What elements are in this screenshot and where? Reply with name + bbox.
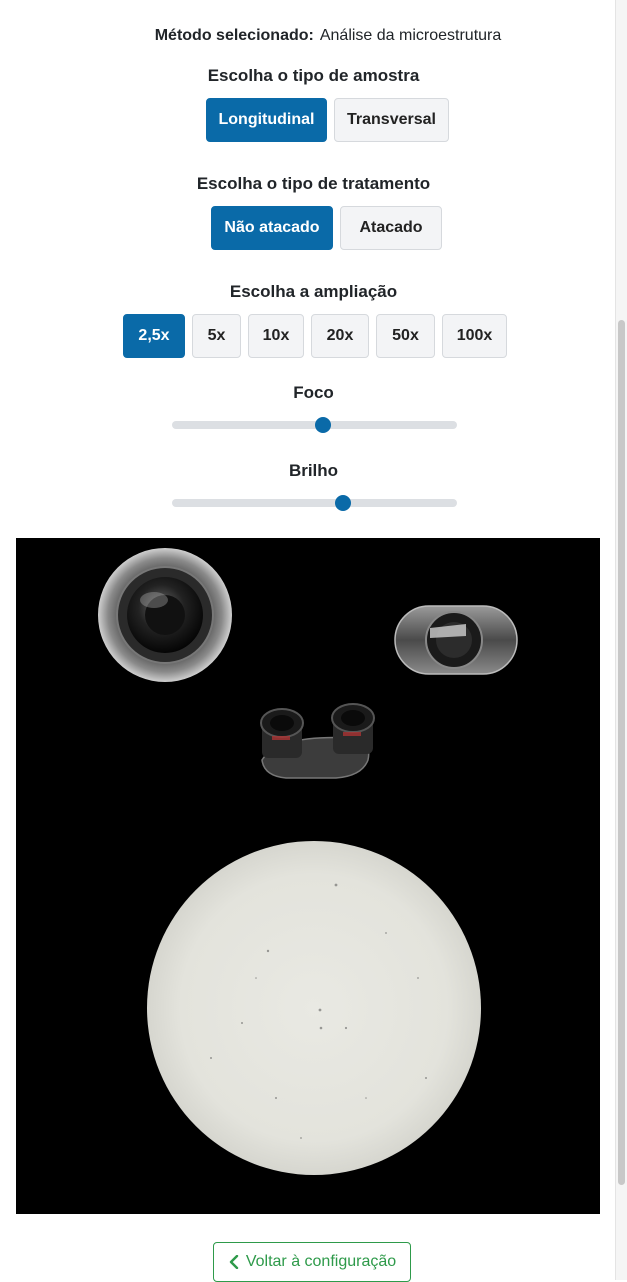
light-knob-icon[interactable] — [394, 605, 518, 675]
scrollbar-thumb[interactable] — [618, 320, 625, 1185]
selected-method: Método selecionado: Análise da microestru… — [0, 26, 627, 46]
microscope-viewer — [16, 538, 600, 1214]
scrollbar[interactable] — [615, 0, 627, 1280]
back-to-configuration-button[interactable]: Voltar à configuração — [213, 1242, 411, 1282]
selected-method-value: Análise da microestrutura — [319, 27, 502, 44]
treatment-type-heading: Escolha o tipo de tratamento — [196, 174, 431, 193]
treatment-not-etched-button[interactable]: Não atacado — [211, 206, 333, 250]
treatment-etched-button[interactable]: Atacado — [340, 206, 442, 250]
sample-transversal-button[interactable]: Transversal — [334, 98, 449, 142]
magnification-10x-button[interactable]: 10x — [248, 314, 304, 358]
magnification-50x-button[interactable]: 50x — [376, 314, 435, 358]
sample-type-heading: Escolha o tipo de amostra — [207, 66, 420, 85]
eyepieces-icon — [260, 703, 375, 779]
brightness-slider[interactable] — [172, 495, 457, 511]
magnification-20x-button[interactable]: 20x — [311, 314, 369, 358]
chevron-left-icon — [229, 1255, 239, 1269]
magnification-5x-button[interactable]: 5x — [192, 314, 241, 358]
back-to-configuration-label: Voltar à configuração — [245, 1253, 397, 1270]
sample-view — [147, 841, 481, 1175]
focus-slider-thumb[interactable] — [315, 417, 332, 433]
sample-longitudinal-button[interactable]: Longitudinal — [206, 98, 327, 142]
focus-slider[interactable] — [172, 417, 457, 433]
brightness-slider-thumb[interactable] — [335, 495, 351, 511]
magnification-2-5x-button[interactable]: 2,5x — [123, 314, 185, 358]
magnification-heading: Escolha a ampliação — [229, 282, 398, 301]
brightness-label: Brilho — [288, 461, 339, 480]
selected-method-label: Método selecionado: — [154, 27, 314, 44]
magnification-100x-button[interactable]: 100x — [442, 314, 507, 358]
page-content: Método selecionado: Análise da microestru… — [0, 0, 615, 1282]
focus-label: Foco — [293, 383, 334, 402]
focus-knob-icon[interactable] — [98, 548, 232, 682]
